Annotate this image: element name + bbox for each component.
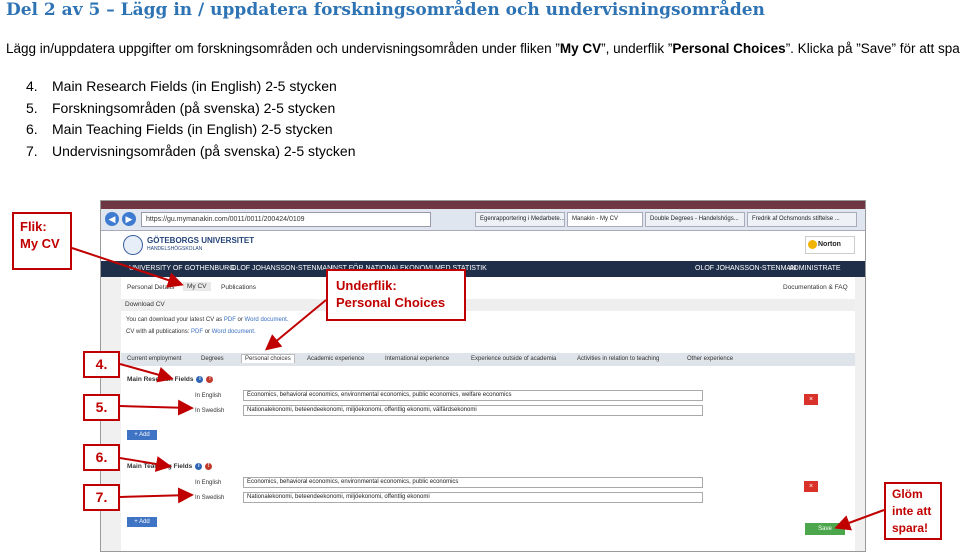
teaching-fields-title: Main Teaching Fields i! <box>127 463 213 470</box>
intro-text: Lägg in/uppdatera uppgifter om forskning… <box>6 41 960 56</box>
tab-degrees[interactable]: Degrees <box>201 356 224 362</box>
warning-icon: ! <box>206 376 214 383</box>
list-item: 6. Main Teaching Fields (in English) 2-5 … <box>26 121 333 137</box>
save-button[interactable]: Save <box>805 523 845 535</box>
main-nav: Personal Details My CV Publications Docu… <box>121 281 855 295</box>
step-tag-5: 5. <box>83 394 120 421</box>
download-cv-heading: Download CV <box>121 299 855 311</box>
intro-tab: My CV <box>559 41 602 56</box>
warning-icon: ! <box>205 463 213 470</box>
university-logo-text: GÖTEBORGS UNIVERSITET HANDELSHÖGSKOLAN <box>147 236 255 252</box>
intro-middle: ”, underflik ” <box>601 41 673 56</box>
step-tag-6: 6. <box>83 444 120 471</box>
user-name[interactable]: OLOF JOHANSSON-STENMAN <box>695 261 796 277</box>
browser-tab[interactable]: Egenrapportering i Medarbete... <box>475 212 565 227</box>
delete-button[interactable]: × <box>804 481 818 492</box>
research-english-input[interactable]: Economics, behavioral economics, environ… <box>243 390 703 401</box>
crumb-university[interactable]: UNIVERSITY OF GOTHENBURG <box>129 261 235 277</box>
field-label: In Swedish <box>195 495 225 501</box>
documentation-link[interactable]: Documentation & FAQ <box>783 284 848 291</box>
step-tag-4: 4. <box>83 351 120 378</box>
intro-subtab: Personal Choices <box>672 41 786 56</box>
callout-my-cv: Flik: My CV <box>12 212 72 270</box>
word-link[interactable]: Word document. <box>212 329 256 335</box>
breadcrumb: UNIVERSITY OF GOTHENBURG OLOF JOHANSSON-… <box>101 261 865 277</box>
intro-after: ”. Klicka på ”Save” för att spara! <box>785 41 960 56</box>
research-swedish-input[interactable]: Nationalekonomi, beteendeekonomi, miljöe… <box>243 405 703 416</box>
field-label: In English <box>195 393 222 399</box>
cv-download-line: You can download your latest CV as PDF o… <box>126 317 289 323</box>
page-title: Del 2 av 5 – Lägg in / uppdatera forskni… <box>6 0 765 20</box>
tab-international-experience[interactable]: International experience <box>385 356 449 362</box>
site-header: GÖTEBORGS UNIVERSITET HANDELSHÖGSKOLAN N… <box>101 231 865 261</box>
add-research-button[interactable]: + Add <box>127 430 157 440</box>
callout-save: Glöm inte att spara! <box>884 482 942 540</box>
info-icon: i <box>196 376 204 383</box>
steps-list: 4. Main Research Fields (in English) 2-5 … <box>26 76 355 162</box>
tab-other-experience[interactable]: Other experience <box>687 356 733 362</box>
add-teaching-button[interactable]: + Add <box>127 517 157 527</box>
tab-personal-choices[interactable]: Personal choices <box>241 354 295 363</box>
tab-publications[interactable]: Publications <box>221 284 256 291</box>
tab-experience-outside[interactable]: Experience outside of academia <box>471 356 556 362</box>
browser-tab[interactable]: Double Degrees - Handelshögs... <box>645 212 745 227</box>
teaching-swedish-input[interactable]: Nationalekonomi, beteendeekonomi, miljöe… <box>243 492 703 503</box>
delete-button[interactable]: × <box>804 394 818 405</box>
field-label: In Swedish <box>195 408 225 414</box>
step-tag-7: 7. <box>83 484 120 511</box>
teaching-english-input[interactable]: Economics, behavioral economics, environ… <box>243 477 703 488</box>
tab-teaching-activities[interactable]: Activities in relation to teaching <box>577 356 659 362</box>
tab-academic-experience[interactable]: Academic experience <box>307 356 364 362</box>
cv-tabs: Current employment Degrees Personal choi… <box>121 353 855 366</box>
main-panel: Personal Details My CV Publications Docu… <box>121 277 855 551</box>
administrate-link[interactable]: ADMINISTRATE <box>789 261 841 277</box>
university-logo-icon <box>123 235 143 255</box>
browser-toolbar: ◀ ▶ https://gu.mymanakin.com/0011/0011/2… <box>101 209 865 231</box>
forward-icon[interactable]: ▶ <box>122 212 136 226</box>
pdf-link[interactable]: PDF <box>191 329 203 335</box>
tab-personal-details[interactable]: Personal Details <box>127 284 174 291</box>
list-item: 5. Forskningsområden (på svenska) 2-5 sty… <box>26 99 336 116</box>
browser-tab[interactable]: Fredrik af Ochsmonds stiftelse ... <box>747 212 857 227</box>
back-icon[interactable]: ◀ <box>105 212 119 226</box>
list-item: 7. Undervisningsområden (på svenska) 2-5 … <box>26 142 356 159</box>
embedded-screenshot: ◀ ▶ https://gu.mymanakin.com/0011/0011/2… <box>100 200 866 552</box>
field-label: In English <box>195 480 222 486</box>
callout-personal-choices: Underflik: Personal Choices <box>326 269 466 321</box>
intro-before: Lägg in/uppdatera uppgifter om forskning… <box>6 41 560 56</box>
info-icon: i <box>195 463 203 470</box>
tab-current-employment[interactable]: Current employment <box>127 356 181 362</box>
list-item: 4. Main Research Fields (in English) 2-5 … <box>26 78 337 94</box>
word-link[interactable]: Word document. <box>245 317 289 323</box>
crumb-person[interactable]: OLOF JOHANSSON-STENMAN <box>231 261 332 277</box>
tab-my-cv[interactable]: My CV <box>183 282 211 291</box>
browser-tab-active[interactable]: Manakin - My CV <box>567 212 643 227</box>
research-fields-title: Main Research Fields i! <box>127 376 214 383</box>
pdf-link[interactable]: PDF <box>224 317 236 323</box>
cv-all-line: CV with all publications: PDF or Word do… <box>126 329 256 335</box>
norton-badge: Norton <box>805 236 855 254</box>
address-bar[interactable]: https://gu.mymanakin.com/0011/0011/20042… <box>141 212 431 227</box>
